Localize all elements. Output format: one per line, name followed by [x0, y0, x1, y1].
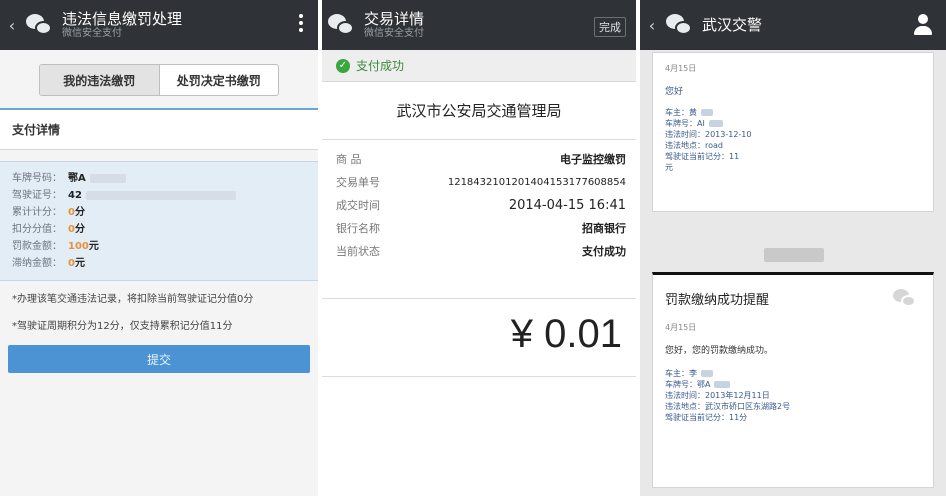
info-row: 商 品 电子监控缴罚: [336, 148, 626, 171]
detail-value: 鄂A: [68, 173, 86, 184]
screen-subtitle: 微信安全支付: [62, 27, 122, 39]
message-card[interactable]: 4月15日 您好 车主：黄 车牌号：AI 违法时间：2013-12-10 违法地…: [652, 52, 934, 212]
info-value: 电子监控缴罚: [560, 153, 626, 166]
tab-my-violations[interactable]: 我的违法缴罚: [40, 65, 160, 95]
payment-detail-list: 车牌号码： 鄂A 驾驶证号： 42 累计计分： 0分 扣分分值： 0分 罚款金额…: [0, 162, 318, 281]
message-line: 违法时间：2013年12月11日: [665, 391, 770, 400]
chat-title: 武汉交警: [702, 15, 763, 34]
wechat-icon: [893, 287, 919, 309]
payment-amount: ¥ 0.01: [510, 312, 622, 356]
payment-success-card[interactable]: 罚款缴纳成功提醒 4月15日 您好，您的罚款缴纳成功。 车主：李 车牌号：鄂A …: [652, 272, 934, 488]
redacted-value: [85, 191, 236, 200]
detail-label: 滞纳金额：: [12, 258, 62, 269]
wuhan-traffic-police-chat: ‹ 武汉交警 4月15日 您好 车主：黄 车牌号：AI 违法时间：2013-12…: [640, 0, 946, 496]
detail-label: 扣分分值：: [12, 224, 62, 235]
points-note: *驾驶证周期积分为12分，仅支持累积记分值11分: [12, 321, 233, 332]
detail-value: 分: [74, 207, 85, 218]
detail-highlight: 0: [68, 258, 75, 269]
message-line: 元: [665, 163, 673, 172]
info-row: 交易单号 1218432101201404153177608854: [336, 171, 626, 194]
message-greeting: 您好，您的罚款缴纳成功。: [665, 346, 774, 356]
title-bar: ‹ 武汉交警: [640, 0, 946, 50]
message-line: 车主：李: [665, 368, 921, 379]
divider: [322, 376, 636, 377]
submit-button[interactable]: 提交: [8, 345, 310, 373]
message-line: 驾驶证当前记分：11: [665, 152, 740, 161]
detail-value: 元: [74, 258, 85, 269]
card-title: 罚款缴纳成功提醒: [665, 293, 770, 308]
info-value: 2014-04-15 16:41: [508, 198, 626, 213]
detail-highlight: 100: [68, 241, 89, 252]
transaction-info-list: 商 品 电子监控缴罚 交易单号 12184321012014041531776088…: [322, 140, 636, 263]
message-date: 4月15日: [665, 64, 697, 73]
wechat-icon: [666, 11, 694, 39]
detail-value: 42: [68, 190, 82, 201]
divider: [322, 298, 636, 299]
detail-label: 驾驶证号：: [12, 190, 62, 201]
back-chevron-icon[interactable]: ‹: [644, 16, 660, 35]
detail-row: 滞纳金额： 0元: [12, 255, 306, 272]
payment-type-tabs: 我的违法缴罚 处罚决定书缴罚: [39, 64, 279, 96]
screen-subtitle: 微信安全支付: [364, 27, 424, 39]
message-greeting: 您好: [665, 87, 684, 97]
section-title: 支付详情: [0, 110, 318, 150]
info-value: 支付成功: [582, 245, 626, 258]
wechat-icon: [328, 11, 356, 39]
transaction-detail-screen: 交易详情 微信安全支付 完成 ✓ 支付成功 武汉市公安局交通管理局 商 品 电子监…: [322, 0, 636, 496]
detail-highlight: 0: [68, 224, 75, 235]
message-line: 车牌号：AI: [665, 118, 921, 129]
message-line: 车主：黄: [665, 107, 921, 118]
info-value: 招商银行: [582, 222, 626, 235]
user-profile-icon[interactable]: [914, 14, 932, 36]
detail-row: 累计计分： 0分: [12, 204, 306, 221]
title-bar: 交易详情 微信安全支付 完成: [322, 0, 636, 50]
detail-highlight: 0: [68, 207, 75, 218]
more-menu-icon[interactable]: [298, 14, 304, 34]
message-line: 违法地点：road: [665, 141, 723, 150]
info-label: 商 品: [336, 153, 362, 166]
info-row: 银行名称 招商银行: [336, 217, 626, 240]
message-line: 违法时间：2013-12-10: [665, 130, 752, 139]
screen-title: 违法信息缴罚处理: [62, 9, 183, 28]
back-chevron-icon[interactable]: ‹: [4, 16, 20, 35]
info-label: 交易单号: [336, 176, 380, 189]
detail-label: 累计计分：: [12, 207, 62, 218]
deduction-note: *办理该笔交通违法记录，将扣除当前驾驶证记分值0分: [12, 294, 254, 305]
message-line: 车牌号：鄂A: [665, 379, 921, 390]
payment-status-bar: ✓ 支付成功: [322, 50, 636, 82]
detail-row: 驾驶证号： 42: [12, 187, 306, 204]
message-line: 违法地点：武汉市硚口区东湖路2号: [665, 402, 791, 411]
payee-name: 武汉市公安局交通管理局: [322, 82, 636, 140]
detail-value: 元: [88, 241, 99, 252]
info-row: 当前状态 支付成功: [336, 240, 626, 263]
wechat-icon: [26, 11, 54, 39]
done-button[interactable]: 完成: [594, 17, 626, 37]
violation-payment-screen: ‹ 违法信息缴罚处理 微信安全支付 我的违法缴罚 处罚决定书缴罚 支付详情 车牌…: [0, 0, 318, 496]
message-date: 4月15日: [665, 323, 697, 332]
detail-value: 分: [74, 224, 85, 235]
info-value: 1218432101201404153177608854: [447, 177, 626, 188]
info-label: 当前状态: [336, 245, 380, 258]
tab-penalty-decision[interactable]: 处罚决定书缴罚: [160, 65, 279, 95]
info-row: 成交时间 2014-04-15 16:41: [336, 194, 626, 217]
detail-row: 车牌号码： 鄂A: [12, 170, 306, 187]
status-label: 支付成功: [356, 59, 405, 73]
info-label: 银行名称: [336, 222, 380, 235]
detail-label: 车牌号码：: [12, 173, 62, 184]
detail-label: 罚款金额：: [12, 241, 62, 252]
timestamp-chip: [764, 248, 824, 262]
check-circle-icon: ✓: [336, 58, 350, 73]
redacted-value: [89, 174, 126, 183]
screen-title: 交易详情: [364, 9, 425, 28]
detail-row: 罚款金额： 100 元: [12, 238, 306, 255]
divider: [0, 150, 318, 162]
title-bar: ‹ 违法信息缴罚处理 微信安全支付: [0, 0, 318, 50]
detail-row: 扣分分值： 0分: [12, 221, 306, 238]
message-line: 驾驶证当前记分：11分: [665, 413, 748, 422]
info-label: 成交时间: [336, 199, 380, 212]
